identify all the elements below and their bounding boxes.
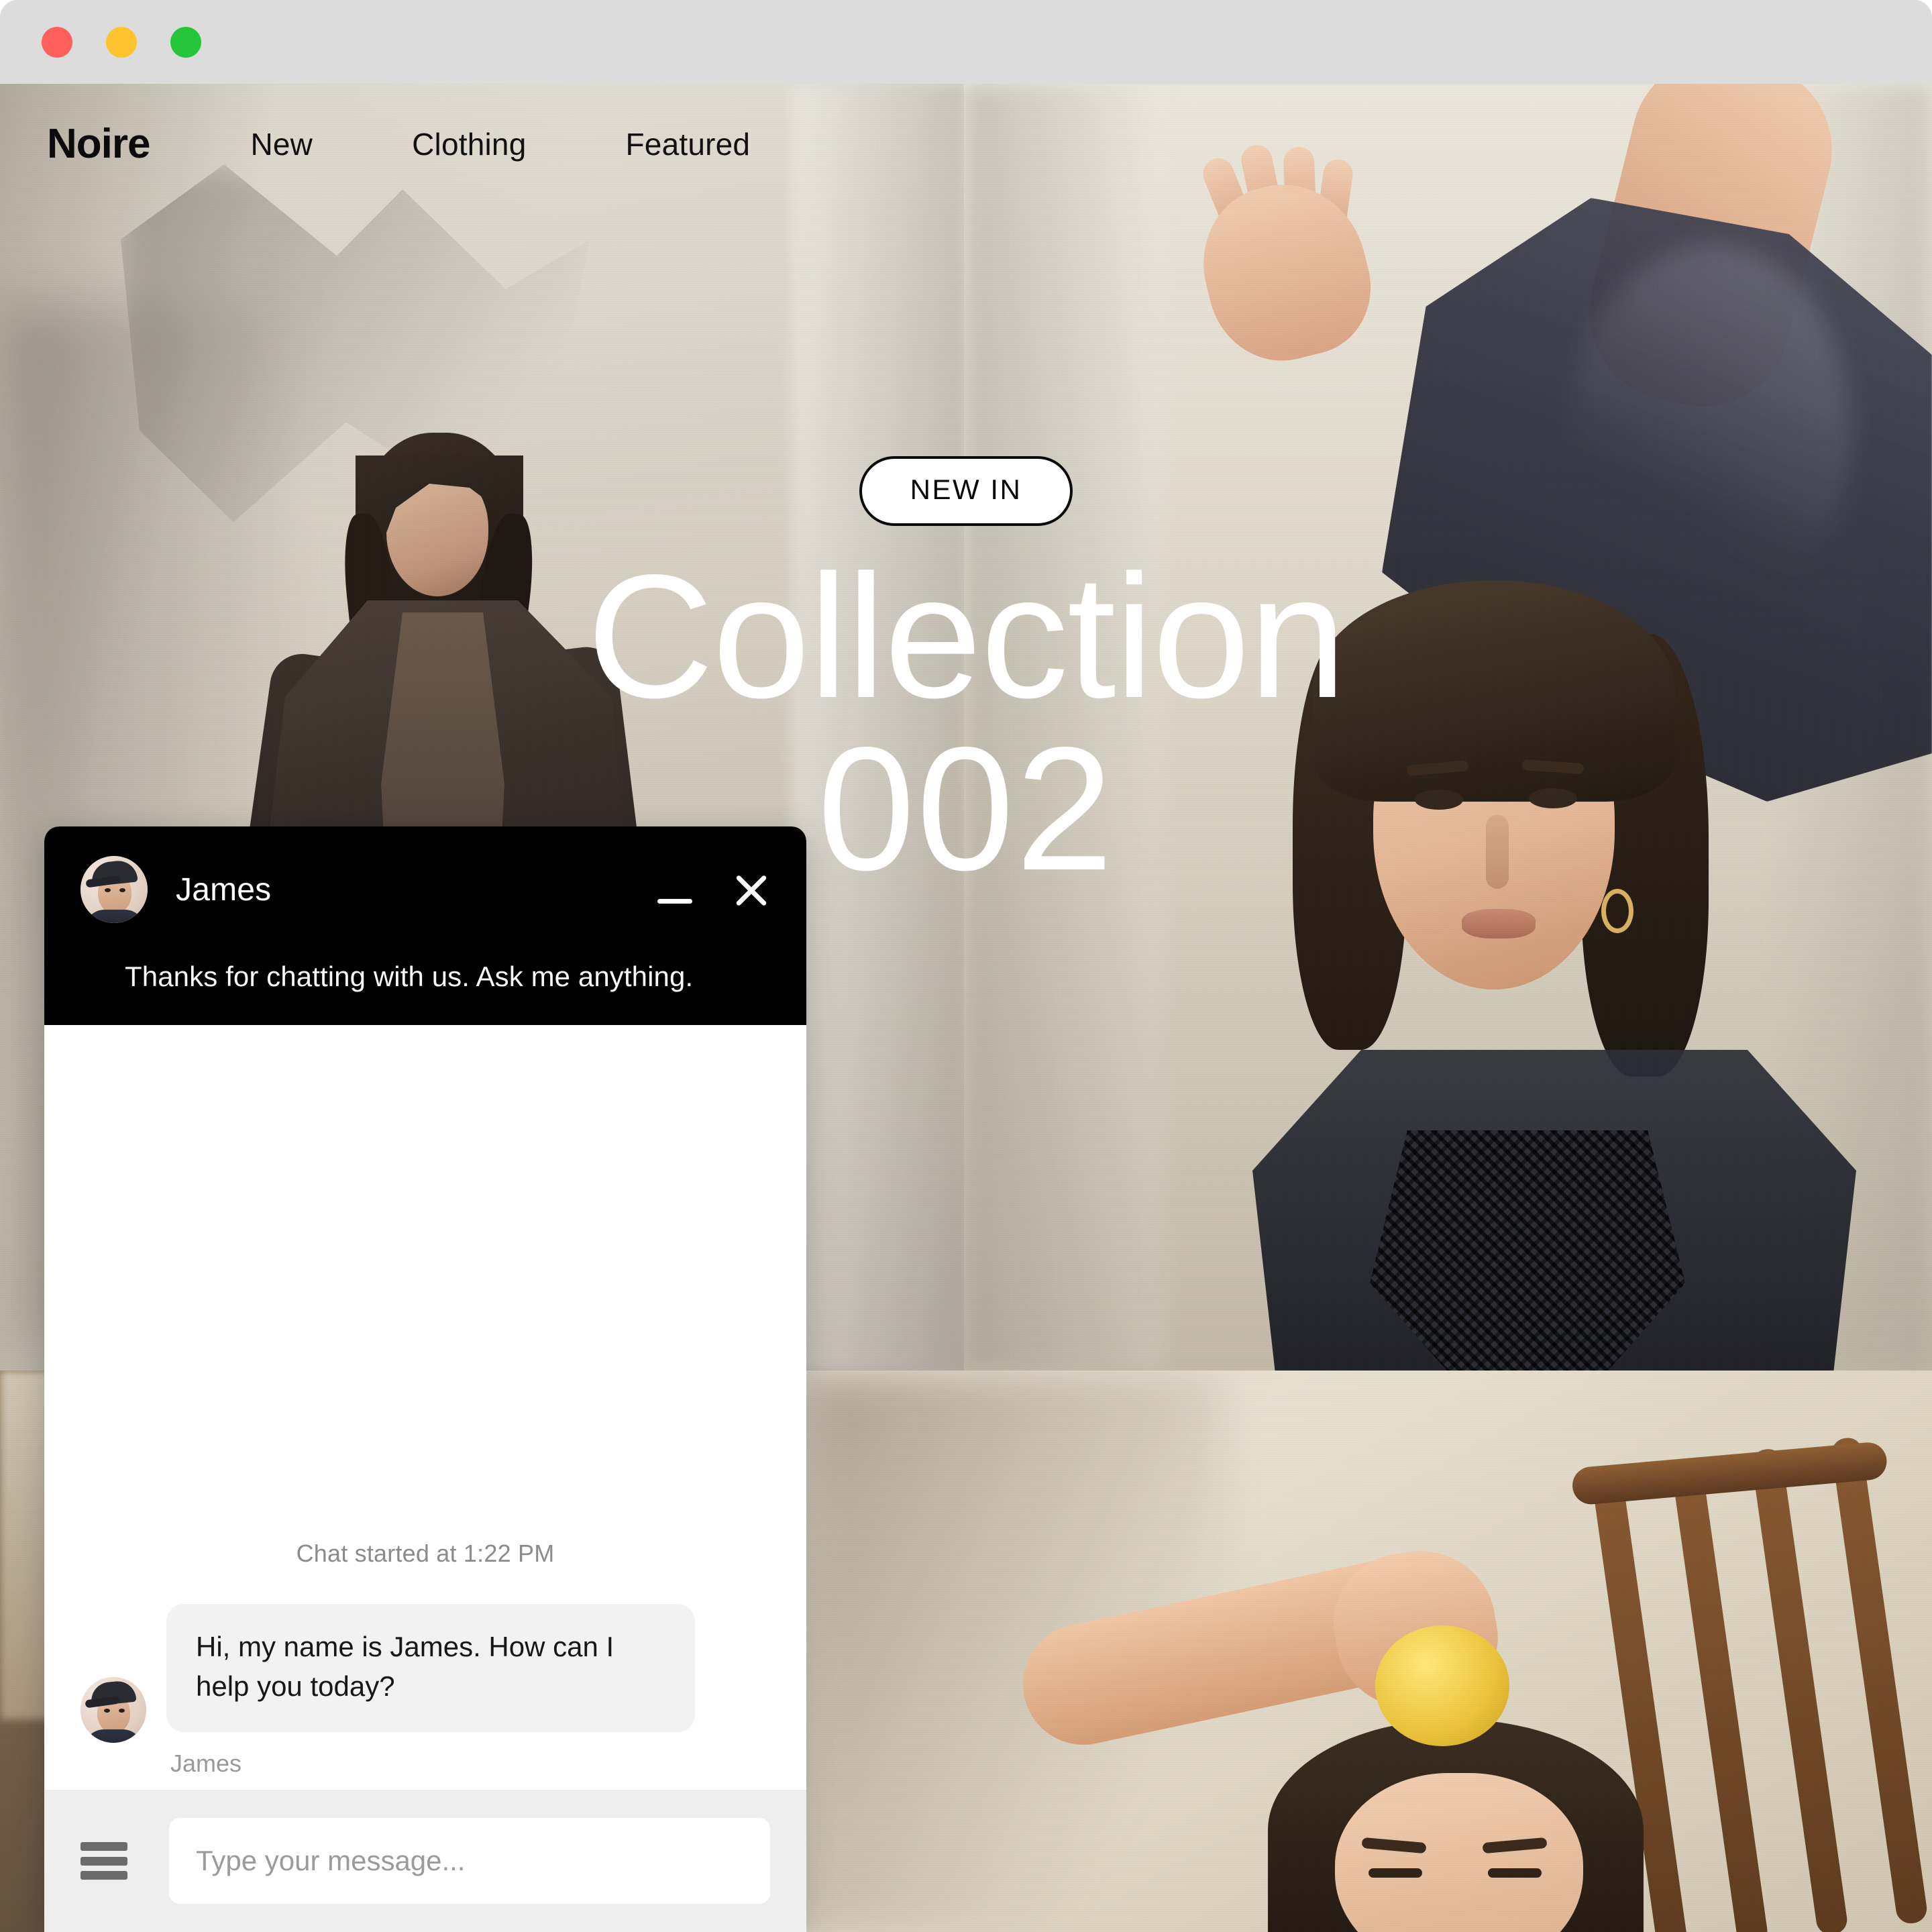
new-in-badge[interactable]: NEW IN <box>859 456 1073 526</box>
chat-header: James Thanks for chatting with us. Ask m… <box>44 826 806 1025</box>
close-window-button[interactable] <box>42 27 72 58</box>
minimize-icon[interactable] <box>656 871 694 908</box>
photo-bottom-right <box>805 1371 1932 1932</box>
chat-composer-bar <box>44 1790 806 1932</box>
minimize-window-button[interactable] <box>106 27 137 58</box>
chat-window-actions <box>656 871 770 908</box>
traffic-lights <box>42 27 201 58</box>
chat-message: Hi, my name is James. How can I help you… <box>44 1603 806 1778</box>
window-titlebar <box>0 0 1932 84</box>
chat-message-list: Chat started at 1:22 PM Hi, my name is J… <box>44 1025 806 1790</box>
nav-item-clothing[interactable]: Clothing <box>412 126 526 162</box>
message-avatar <box>80 1677 146 1743</box>
hamburger-menu-icon[interactable] <box>80 1842 127 1880</box>
message-author: James <box>170 1750 242 1777</box>
site-header: Noire New Clothing Featured <box>0 84 1932 205</box>
main-navigation: New Clothing Featured <box>250 126 750 162</box>
agent-avatar <box>80 856 148 923</box>
chat-header-top: James <box>44 826 806 923</box>
chat-started-label: Chat started at 1:22 PM <box>296 1539 555 1567</box>
chat-widget: James Thanks for chatting with us. Ask m… <box>44 826 806 1932</box>
chat-message-input[interactable] <box>195 1844 745 1878</box>
nav-item-featured[interactable]: Featured <box>625 126 750 162</box>
app-root: Noire New Clothing Featured NEW IN Colle… <box>0 0 1932 1932</box>
photo-top-right <box>964 84 1932 1371</box>
chat-intro-text: Thanks for chatting with us. Ask me anyt… <box>125 961 694 992</box>
message-content: Hi, my name is James. How can I help you… <box>166 1603 695 1778</box>
message-bubble: Hi, my name is James. How can I help you… <box>166 1603 695 1732</box>
brand-logo[interactable]: Noire <box>47 123 150 165</box>
chat-input-wrapper[interactable] <box>169 1818 770 1904</box>
nav-item-new[interactable]: New <box>250 126 313 162</box>
chat-agent-name: James <box>176 871 272 908</box>
close-icon[interactable] <box>733 871 770 908</box>
zoom-window-button[interactable] <box>170 27 201 58</box>
